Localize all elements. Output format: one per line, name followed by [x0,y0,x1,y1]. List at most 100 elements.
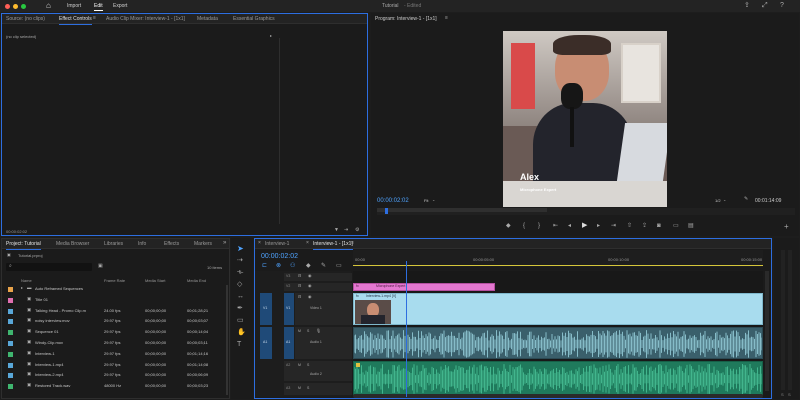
title-clip[interactable]: fx Microphone Expert [353,283,495,291]
col-media-start[interactable]: Media Start [145,279,165,283]
project-list-item[interactable]: ▣ Restored Track.wav 48000 Hz 00;00;00;00 00… [2,382,222,392]
camera-icon[interactable]: ◙ [657,223,661,229]
track-v2-header[interactable] [284,283,352,291]
add-marker-icon[interactable]: ◆ [506,223,511,229]
label-color-swatch[interactable] [8,330,13,336]
hand-tool-icon[interactable]: ✋ [237,329,246,336]
microphone-icon[interactable]: 🎙 [316,329,321,333]
maximize-window-button[interactable] [21,3,26,9]
project-list-item[interactable]: ▣ Interview-2.mp4 29.97 fps 00;00;00;00 00;0… [2,371,222,381]
go-to-out-icon[interactable]: ⇥ [611,223,616,229]
track-a1-header[interactable] [295,327,352,359]
track-select-icon[interactable]: ⇢ [237,257,243,264]
label-color-swatch[interactable] [8,319,13,325]
label-color-swatch[interactable] [8,351,13,357]
video-clip[interactable]: fx Interview-1.mp4 [V] [353,293,763,325]
mark-in-icon[interactable]: { [523,223,525,229]
label-color-swatch[interactable] [8,373,13,379]
tab-essential-graphics[interactable]: Essential Graphics [233,16,275,22]
selection-tool-icon[interactable]: ➤ [237,245,244,253]
tab-markers[interactable]: Markers [194,241,212,247]
go-to-in-icon[interactable]: ⇤ [553,223,558,229]
mute-button[interactable]: M [298,386,301,391]
rectangle-tool-icon[interactable]: ▭ [237,317,244,324]
quick-export-icon[interactable]: ⇪ [744,2,750,9]
step-back-icon[interactable]: ◂ [568,223,571,229]
tab-effects[interactable]: Effects [164,241,179,247]
add-button-icon[interactable]: + [784,223,789,231]
solo-button[interactable]: S [307,363,309,368]
solo-button[interactable]: S [307,329,309,334]
menu-import[interactable]: Import [67,3,81,9]
wrench-icon[interactable]: ✎ [744,197,748,202]
project-list-item[interactable]: ▣ Title 01 [2,296,222,306]
project-list-item[interactable]: ▸ ▬ Auto Reframed Sequences [2,285,222,295]
close-tab-icon[interactable]: × [258,241,261,246]
project-list-item[interactable]: ▣ Sequence 01 29.97 fps 00;00;00;00 00;00;14… [2,328,222,338]
zoom-fit-select[interactable]: Fit [424,199,428,203]
label-color-swatch[interactable] [8,341,13,346]
track-a2-header[interactable] [284,361,352,381]
captions-icon[interactable]: ▭ [336,263,342,269]
help-icon[interactable]: ? [780,2,784,9]
slip-tool-icon[interactable]: ↔ [237,293,244,300]
lock-icon[interactable]: ⊟ [298,274,301,278]
link-icon[interactable]: ⚇ [290,263,295,269]
lock-icon[interactable]: ⊟ [298,295,301,299]
track-v3-header[interactable] [284,273,352,281]
project-search-input[interactable]: ⌕ [6,263,92,271]
solo-button[interactable]: S [307,386,309,391]
program-timecode[interactable]: 00:00:02:02 [377,198,409,204]
project-list-item[interactable]: ▣ noisy interview.mov 29.97 fps 00;00;00;00… [2,317,222,327]
effect-timecode[interactable]: 00:00:02:02 [6,230,27,234]
eye-icon[interactable]: ◉ [308,295,312,299]
program-video-frame[interactable]: Alex Microphone Expert [503,31,667,207]
mark-out-icon[interactable]: } [538,223,540,229]
play-icon[interactable]: ▶ [582,222,587,229]
tab-info[interactable]: Info [138,241,146,247]
lift-icon[interactable]: ⇧ [627,223,632,229]
tab-audio-clip-mixer[interactable]: Audio Clip Mixer: Interview-1 - [1x1] [106,16,185,22]
tab-media-browser[interactable]: Media Browser [56,241,89,247]
work-area-bar[interactable] [353,265,763,266]
step-forward-icon[interactable]: ▸ [597,223,600,229]
program-playhead[interactable] [385,208,389,214]
eye-icon[interactable]: ◉ [308,284,312,288]
expand-folder-icon[interactable]: ▸ [21,286,23,290]
project-scrollbar[interactable] [226,285,228,395]
resolution-select[interactable]: 1/2 [715,199,721,203]
snap-icon[interactable]: ⊏ [262,263,267,269]
project-list-item[interactable]: ▣ Windy-Clip.mov 29.97 fps 00;00;00;00 00;00… [2,339,222,349]
more-tabs-icon[interactable]: » [223,240,226,246]
fullscreen-icon[interactable]: ⤢ [762,2,768,9]
timeline-playhead[interactable] [406,261,407,397]
track-a3-header[interactable] [284,383,352,395]
compare-icon[interactable]: ▭ [673,223,679,229]
program-menu-icon[interactable]: ≡ [445,16,448,21]
minimize-window-button[interactable] [13,3,18,9]
timeline-menu-icon[interactable]: ≡ [351,241,354,246]
timeline-tracks[interactable]: fx Microphone Expert fx Interview-1.mp4 … [353,271,763,397]
resolution-chevron-icon[interactable]: ⌄ [723,198,726,202]
mute-button[interactable]: M [298,329,301,334]
mute-button[interactable]: M [298,363,301,368]
audio-clip-a1[interactable] [353,327,763,359]
new-bin-icon[interactable]: ▣ [98,264,103,269]
marker-icon[interactable]: ◆ [306,263,311,269]
close-window-button[interactable] [5,3,10,9]
label-color-swatch[interactable] [8,287,13,292]
col-frame-rate[interactable]: Frame Rate [104,279,125,283]
solo-right-button[interactable]: S [788,393,791,397]
timeline-horizontal-scrollbar[interactable] [353,394,763,398]
project-list-item[interactable]: ▣ Talking Head - Promo Clip.m 24.00 fps 00;… [2,307,222,317]
menu-export[interactable]: Export [113,3,127,9]
lock-icon[interactable]: ⊟ [298,284,301,288]
eye-icon[interactable]: ◉ [308,274,312,278]
label-color-swatch[interactable] [8,362,13,368]
settings-icon[interactable]: ⚙ [355,228,359,233]
solo-left-button[interactable]: S [781,393,784,397]
tab-source[interactable]: Source: (no clips) [6,16,45,22]
col-media-end[interactable]: Media End [187,279,206,283]
project-list-item[interactable]: ▣ Interview-1.mp4 29.97 fps 00;00;00;00 00;0… [2,361,222,371]
home-icon[interactable]: ⌂ [46,2,51,10]
